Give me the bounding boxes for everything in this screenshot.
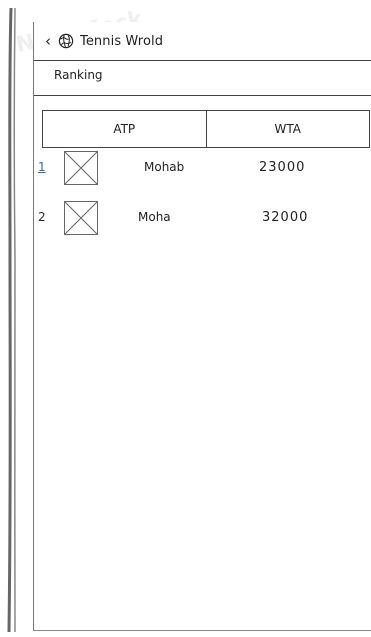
- rank-label: 2: [38, 210, 46, 224]
- sketch-edge: [7, 8, 17, 632]
- tab-atp[interactable]: ATP: [43, 111, 206, 147]
- ranking-tabs: ATP WTA: [42, 110, 370, 148]
- mock-panel: ‹ Tennis Wrold Ranking ATP WTA 1 Mohab 2…: [33, 22, 371, 631]
- player-name: Mohab: [144, 160, 185, 174]
- player-score: 32000: [262, 210, 309, 225]
- top-bar: ‹ Tennis Wrold: [34, 22, 371, 61]
- section-title: Ranking: [54, 68, 103, 82]
- rank-link[interactable]: 1: [38, 160, 46, 174]
- ranking-row[interactable]: 2 Moha 32000: [34, 198, 371, 238]
- player-image-placeholder: [64, 201, 98, 235]
- player-image-placeholder: [64, 151, 98, 185]
- player-score: 23000: [259, 160, 306, 175]
- mock-frame: NinjaMock NinjaMock NinjaMock NinjaMock …: [0, 0, 371, 637]
- ranking-row[interactable]: 1 Mohab 23000: [34, 148, 371, 188]
- section-header: Ranking: [34, 60, 371, 96]
- tab-wta[interactable]: WTA: [205, 111, 370, 147]
- back-icon[interactable]: ‹: [42, 31, 54, 51]
- globe-icon: [58, 33, 74, 49]
- player-name: Moha: [138, 210, 171, 224]
- page-title: Tennis Wrold: [80, 33, 164, 49]
